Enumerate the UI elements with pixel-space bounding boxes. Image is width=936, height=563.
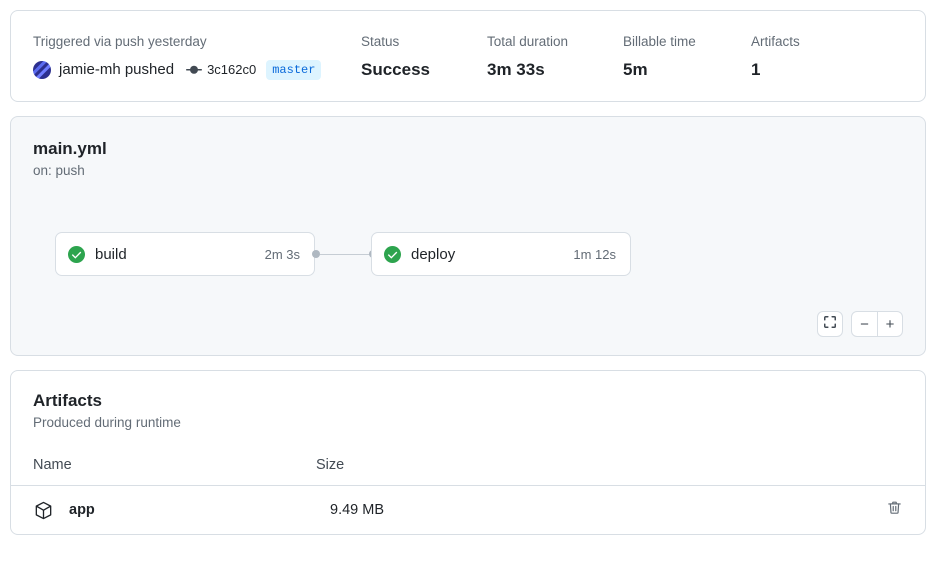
trigger-column: Triggered via push yesterday jamie-mh pu… (33, 33, 361, 81)
artifacts-title: Artifacts (33, 391, 102, 410)
artifacts-count-value: 1 (751, 60, 761, 79)
actor-name[interactable]: jamie-mh pushed (59, 59, 174, 81)
total-duration-column: Total duration 3m 33s (487, 33, 623, 81)
trash-icon (886, 499, 903, 521)
artifacts-table-header: Name Size (11, 457, 925, 486)
edge-handle-source (312, 250, 320, 258)
column-header-name: Name (33, 457, 72, 473)
column-header-size: Size (316, 457, 345, 473)
status-value: Success (361, 60, 430, 79)
artifacts-count-label: Artifacts (751, 34, 800, 49)
job-name: build (95, 245, 127, 263)
total-duration-value: 3m 33s (487, 60, 545, 79)
workflow-trigger-event: on: push (33, 163, 85, 178)
artifacts-subtitle: Produced during runtime (33, 415, 181, 430)
job-duration: 2m 3s (264, 246, 300, 262)
trigger-label: Triggered via push yesterday (33, 34, 207, 49)
job-node-deploy[interactable]: deploy 1m 12s (371, 232, 631, 276)
artifacts-count-column: Artifacts 1 (751, 33, 800, 81)
total-duration-label: Total duration (487, 34, 569, 49)
job-name: deploy (411, 245, 456, 263)
workflow-run-page: Triggered via push yesterday jamie-mh pu… (0, 0, 936, 535)
billable-time-value: 5m (623, 60, 648, 79)
fit-view-button[interactable] (817, 311, 843, 337)
job-dependency-edge (320, 253, 370, 255)
status-column: Status Success (361, 33, 487, 81)
zoom-in-button[interactable]: + (877, 312, 902, 336)
zoom-out-button[interactable]: − (852, 312, 877, 336)
billable-time-label: Billable time (623, 34, 696, 49)
git-commit-icon (186, 62, 203, 78)
branch-badge[interactable]: master (266, 60, 322, 80)
commit-sha[interactable]: 3c162c0 (207, 59, 256, 81)
run-summary-card: Triggered via push yesterday jamie-mh pu… (10, 10, 926, 102)
status-label: Status (361, 34, 400, 49)
job-node-build[interactable]: build 2m 3s (55, 232, 315, 276)
workflow-file-name: main.yml (33, 139, 107, 158)
artifacts-card: Artifacts Produced during runtime Name S… (10, 370, 926, 535)
trigger-details: jamie-mh pushed 3c162c0 master (33, 59, 361, 81)
artifact-size: 9.49 MB (330, 502, 384, 518)
delete-artifact-button[interactable] (886, 499, 903, 521)
billable-time-column: Billable time 5m (623, 33, 751, 81)
job-graph[interactable]: build 2m 3s deploy 1m 12s (33, 232, 903, 292)
package-icon (33, 500, 55, 521)
artifact-name[interactable]: app (69, 502, 330, 518)
job-duration: 1m 12s (573, 246, 616, 262)
workflow-graph-card: main.yml on: push build 2m 3s deploy 1m … (10, 116, 926, 356)
zoom-button-group: − + (851, 311, 903, 337)
success-check-icon (384, 245, 401, 263)
success-check-icon (68, 245, 85, 263)
artifacts-header: Artifacts Produced during runtime (11, 389, 925, 432)
avatar (33, 61, 51, 79)
graph-zoom-controls: − + (817, 311, 903, 337)
fullscreen-icon (823, 315, 837, 334)
table-row[interactable]: app 9.49 MB (11, 486, 925, 534)
